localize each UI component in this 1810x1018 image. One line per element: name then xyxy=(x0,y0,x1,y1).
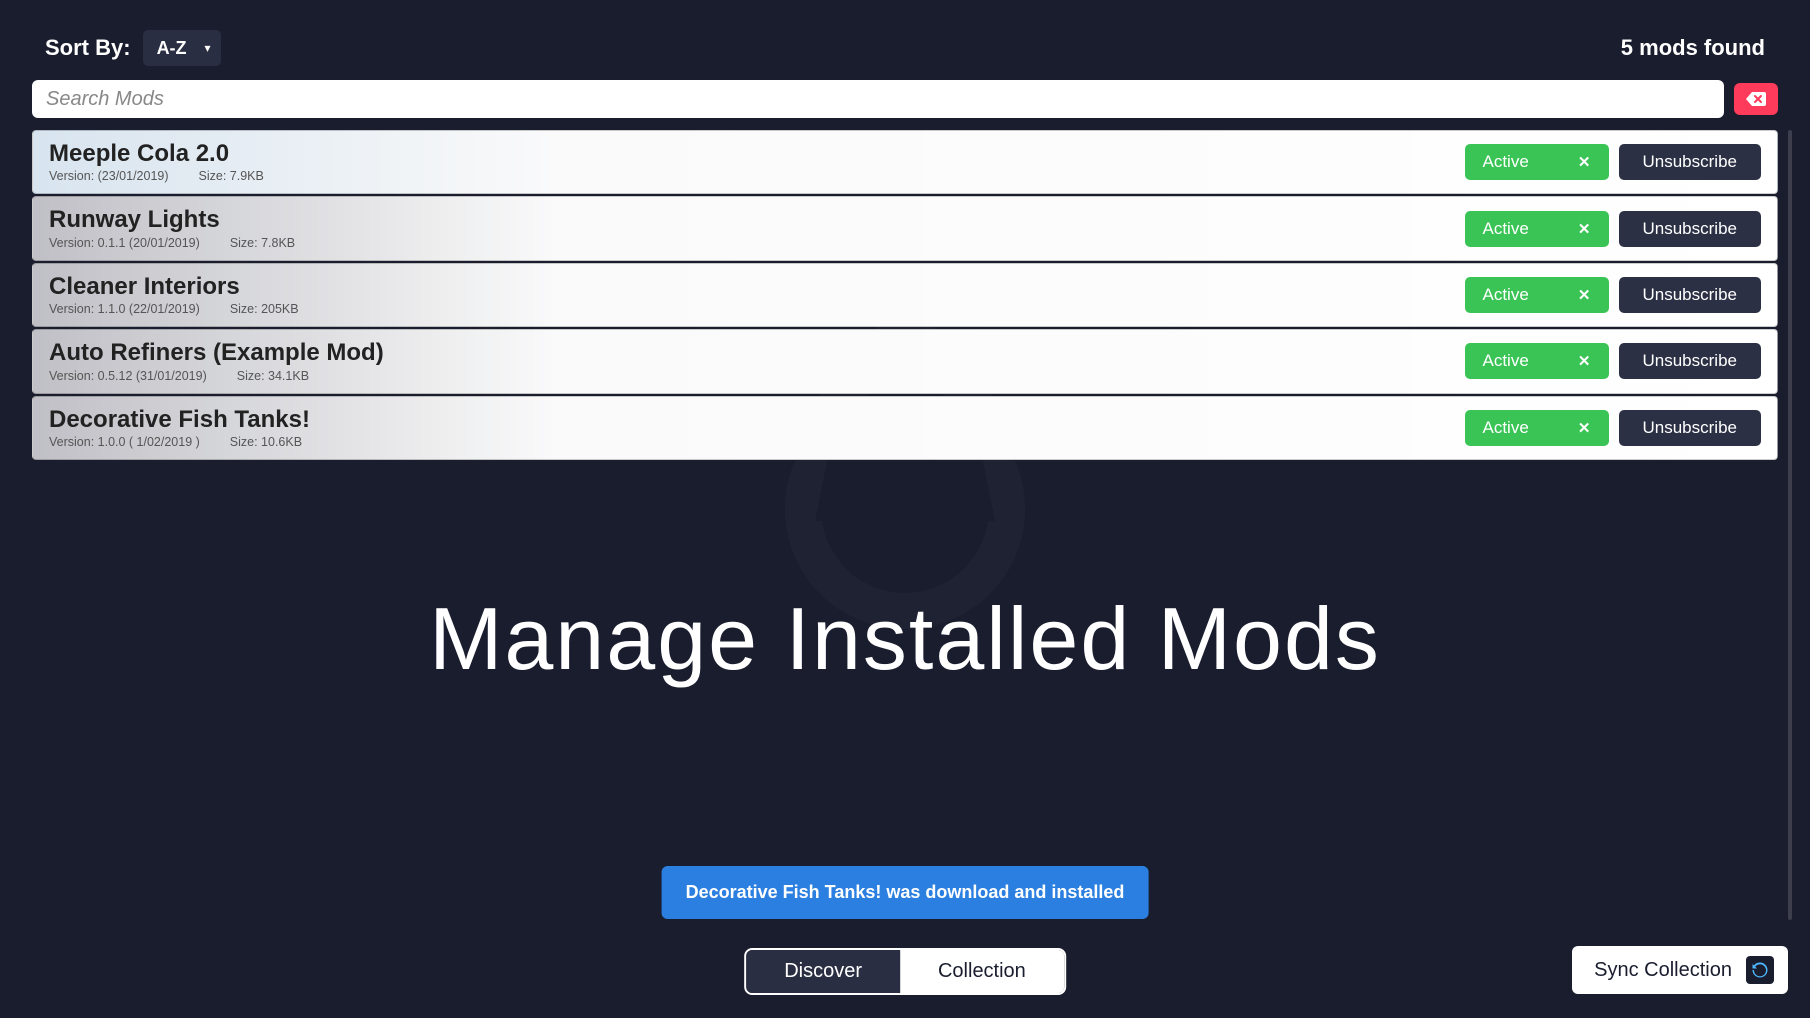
page-title: Manage Installed Mods xyxy=(429,588,1381,690)
active-label: Active xyxy=(1483,285,1529,305)
mod-title: Auto Refiners (Example Mod) xyxy=(49,340,1455,366)
search-input[interactable] xyxy=(32,80,1724,118)
mod-meta: Version: 0.1.1 (20/01/2019) Size: 7.8KB xyxy=(49,236,1455,250)
mod-row[interactable]: Cleaner Interiors Version: 1.1.0 (22/01/… xyxy=(32,263,1778,327)
active-label: Active xyxy=(1483,351,1529,371)
active-toggle-button[interactable]: Active ✕ xyxy=(1465,343,1609,379)
mod-size: Size: 10.6KB xyxy=(230,435,302,449)
mod-version: Version: 1.0.0 ( 1/02/2019 ) xyxy=(49,435,200,449)
mod-version: Version: 1.1.0 (22/01/2019) xyxy=(49,302,200,316)
tab-collection[interactable]: Collection xyxy=(900,950,1064,993)
unsubscribe-button[interactable]: Unsubscribe xyxy=(1619,343,1762,379)
mod-meta: Version: 0.5.12 (31/01/2019) Size: 34.1K… xyxy=(49,369,1455,383)
mod-title: Runway Lights xyxy=(49,207,1455,233)
active-label: Active xyxy=(1483,219,1529,239)
mod-version: Version: (23/01/2019) xyxy=(49,169,169,183)
sort-by-label: Sort By: xyxy=(45,35,131,61)
mod-row[interactable]: Auto Refiners (Example Mod) Version: 0.5… xyxy=(32,329,1778,393)
unsubscribe-button[interactable]: Unsubscribe xyxy=(1619,211,1762,247)
mod-list: Meeple Cola 2.0 Version: (23/01/2019) Si… xyxy=(0,130,1810,460)
top-bar: Sort By: A-Z 5 mods found xyxy=(0,0,1810,76)
unsubscribe-button[interactable]: Unsubscribe xyxy=(1619,410,1762,446)
unsubscribe-button[interactable]: Unsubscribe xyxy=(1619,144,1762,180)
scrollbar-track[interactable] xyxy=(1788,130,1792,920)
mod-version: Version: 0.1.1 (20/01/2019) xyxy=(49,236,200,250)
active-label: Active xyxy=(1483,152,1529,172)
close-icon: ✕ xyxy=(1578,153,1591,171)
sort-select[interactable]: A-Z xyxy=(143,30,221,66)
mod-title: Meeple Cola 2.0 xyxy=(49,141,1455,167)
mod-size: Size: 205KB xyxy=(230,302,299,316)
mod-row[interactable]: Decorative Fish Tanks! Version: 1.0.0 ( … xyxy=(32,396,1778,460)
close-icon: ✕ xyxy=(1578,352,1591,370)
close-icon: ✕ xyxy=(1578,286,1591,304)
active-label: Active xyxy=(1483,418,1529,438)
close-icon: ✕ xyxy=(1578,220,1591,238)
mod-row[interactable]: Runway Lights Version: 0.1.1 (20/01/2019… xyxy=(32,196,1778,260)
active-toggle-button[interactable]: Active ✕ xyxy=(1465,410,1609,446)
mod-info: Cleaner Interiors Version: 1.1.0 (22/01/… xyxy=(49,274,1455,316)
mod-size: Size: 34.1KB xyxy=(237,369,309,383)
mod-meta: Version: 1.0.0 ( 1/02/2019 ) Size: 10.6K… xyxy=(49,435,1455,449)
mod-title: Cleaner Interiors xyxy=(49,274,1455,300)
mod-row[interactable]: Meeple Cola 2.0 Version: (23/01/2019) Si… xyxy=(32,130,1778,194)
mod-info: Auto Refiners (Example Mod) Version: 0.5… xyxy=(49,340,1455,382)
tab-discover[interactable]: Discover xyxy=(746,950,900,993)
active-toggle-button[interactable]: Active ✕ xyxy=(1465,211,1609,247)
mod-info: Meeple Cola 2.0 Version: (23/01/2019) Si… xyxy=(49,141,1455,183)
sync-label: Sync Collection xyxy=(1594,959,1732,982)
unsubscribe-button[interactable]: Unsubscribe xyxy=(1619,277,1762,313)
mod-version: Version: 0.5.12 (31/01/2019) xyxy=(49,369,207,383)
sync-icon xyxy=(1746,956,1774,984)
mod-info: Decorative Fish Tanks! Version: 1.0.0 ( … xyxy=(49,407,1455,449)
mod-info: Runway Lights Version: 0.1.1 (20/01/2019… xyxy=(49,207,1455,249)
clear-search-button[interactable] xyxy=(1734,83,1778,115)
active-toggle-button[interactable]: Active ✕ xyxy=(1465,144,1609,180)
mod-size: Size: 7.9KB xyxy=(199,169,264,183)
mod-meta: Version: 1.1.0 (22/01/2019) Size: 205KB xyxy=(49,302,1455,316)
install-toast: Decorative Fish Tanks! was download and … xyxy=(662,866,1149,919)
active-toggle-button[interactable]: Active ✕ xyxy=(1465,277,1609,313)
mod-title: Decorative Fish Tanks! xyxy=(49,407,1455,433)
mod-size: Size: 7.8KB xyxy=(230,236,295,250)
clear-icon xyxy=(1746,92,1766,106)
search-row xyxy=(0,76,1810,130)
sync-collection-button[interactable]: Sync Collection xyxy=(1572,946,1788,994)
tab-bar: Discover Collection xyxy=(744,948,1066,995)
close-icon: ✕ xyxy=(1578,419,1591,437)
mods-found-count: 5 mods found xyxy=(1621,35,1765,61)
mod-meta: Version: (23/01/2019) Size: 7.9KB xyxy=(49,169,1455,183)
